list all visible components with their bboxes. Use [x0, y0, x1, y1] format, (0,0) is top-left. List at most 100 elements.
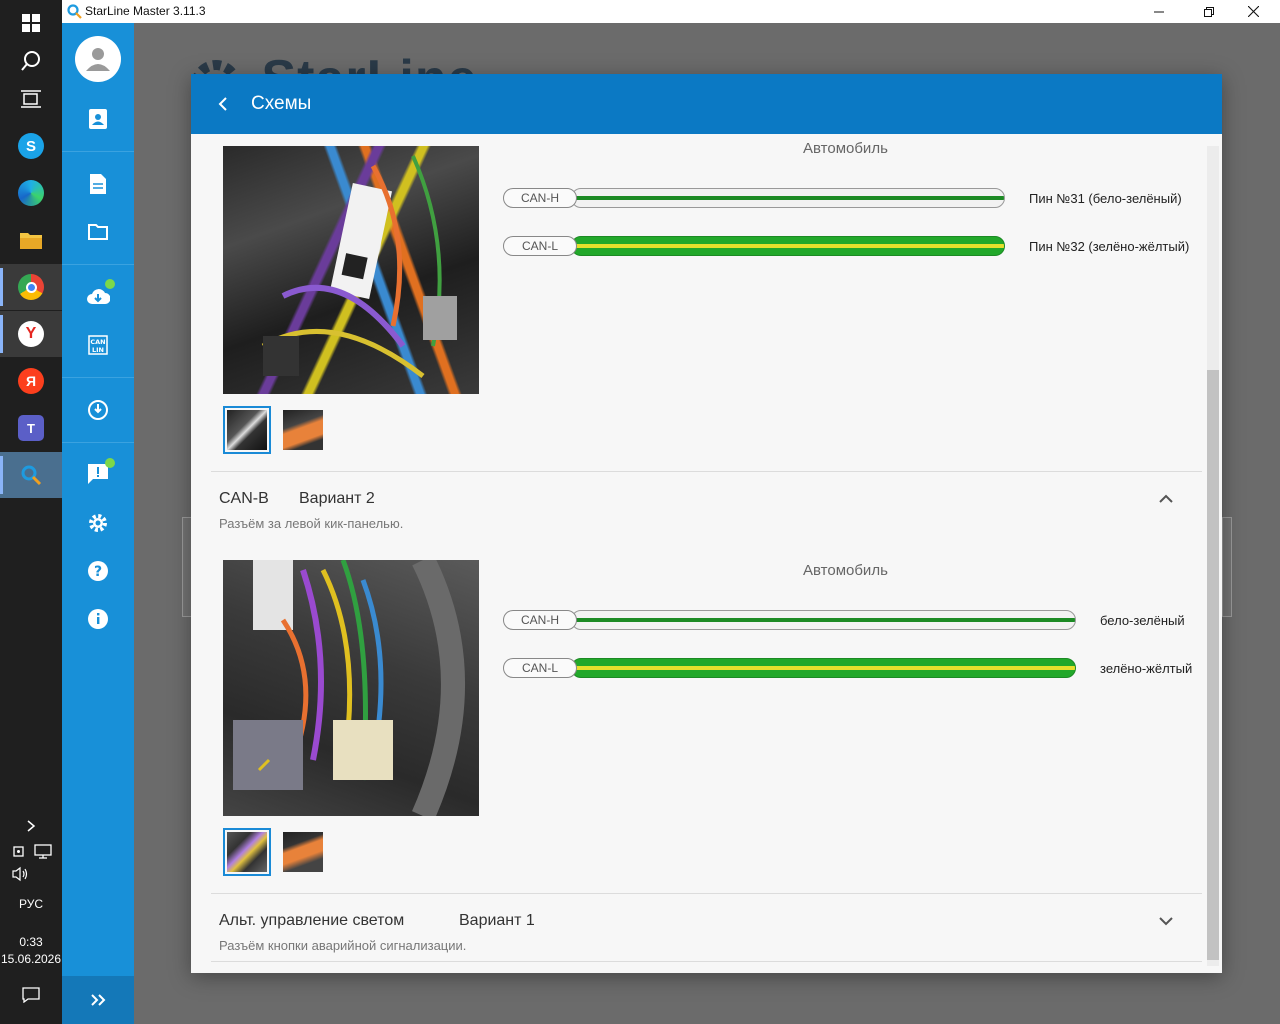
taskbar-skype[interactable]: S	[0, 123, 62, 169]
sidebar-firmware-button[interactable]	[62, 388, 134, 432]
show-hidden-icons-button[interactable]	[0, 806, 62, 846]
sidebar-can-line-button[interactable]: CAN LIN	[62, 323, 134, 367]
sidebar-settings-button[interactable]	[62, 501, 134, 545]
clock-time[interactable]: 0:33	[0, 935, 62, 949]
network-icon[interactable]	[34, 843, 52, 859]
wire-can-l	[571, 658, 1076, 678]
feedback-indicator	[105, 458, 115, 468]
task-view-button[interactable]	[0, 76, 62, 122]
schemes-dialog: Схемы Автомобиль CAN-H Пин №31 (бело-зел…	[191, 74, 1222, 973]
chevron-down-icon[interactable]	[1155, 910, 1177, 932]
car-label: Автомобиль	[803, 562, 888, 579]
notification-icon	[22, 987, 40, 1003]
taskbar-starline-master[interactable]	[0, 452, 62, 498]
window-title: StarLine Master 3.11.3	[85, 4, 206, 18]
taskbar-edge[interactable]	[0, 170, 62, 216]
wire-can-h	[571, 610, 1076, 630]
taskbar-chrome[interactable]	[0, 264, 62, 310]
chevron-up-icon[interactable]	[1155, 488, 1177, 510]
document-icon	[90, 174, 106, 194]
folder-outline-icon	[88, 224, 108, 240]
sidebar-folder-button[interactable]	[62, 210, 134, 254]
taskbar-yandex-browser[interactable]: Y	[0, 311, 62, 357]
cloud-download-icon	[87, 289, 110, 304]
sidebar-info-button[interactable]	[62, 597, 134, 641]
dialog-title: Схемы	[251, 93, 312, 114]
wire-can-h	[571, 188, 1005, 208]
contact-card-icon	[89, 109, 107, 129]
starline-master-icon	[21, 465, 42, 486]
section-variant: Вариант 2	[299, 490, 375, 507]
wiring-photo[interactable]	[223, 146, 479, 394]
yandex-icon: Я	[18, 368, 44, 394]
windows-logo-icon	[22, 14, 40, 32]
minimize-icon	[1154, 11, 1164, 12]
photo-thumbnail-1[interactable]	[223, 406, 271, 454]
sidebar-contacts-button[interactable]	[62, 97, 134, 141]
chrome-icon	[18, 274, 44, 300]
wire-tag-can-h: CAN-H	[503, 610, 577, 630]
wire-can-l	[571, 236, 1005, 256]
app-sidebar: CAN LIN ?	[62, 23, 134, 1024]
taskbar-yandex[interactable]: Я	[0, 358, 62, 404]
svg-text:?: ?	[94, 564, 102, 580]
task-view-icon	[21, 90, 41, 108]
wiring-photo[interactable]	[223, 560, 479, 816]
section-variant: Вариант 1	[459, 912, 535, 929]
photo-thumbnail-2[interactable]	[283, 832, 323, 872]
expand-sidebar-button[interactable]	[62, 976, 134, 1024]
pin-label-can-l: Пин №32 (зелёно-жёлтый)	[1029, 239, 1190, 254]
edge-icon	[18, 180, 44, 206]
update-indicator	[105, 279, 115, 289]
section-name: CAN-B	[219, 490, 269, 507]
section-name: Альт. управление светом	[219, 912, 405, 929]
folder-icon	[20, 233, 42, 249]
restore-icon	[1204, 6, 1214, 17]
section-description: Разъём кнопки аварийной сигнализации.	[219, 938, 467, 953]
can-line-icon: CANLIN	[88, 335, 108, 355]
meet-now-icon[interactable]	[12, 843, 26, 859]
photo-thumbnail-1[interactable]	[223, 828, 271, 876]
taskbar-explorer[interactable]	[0, 217, 62, 263]
window-titlebar: StarLine Master 3.11.3	[62, 0, 1280, 23]
help-icon: ?	[88, 561, 108, 581]
search-icon	[21, 51, 40, 71]
skype-icon: S	[18, 133, 44, 159]
starline-app-icon	[67, 4, 82, 19]
clock-date[interactable]: 15.06.2026	[0, 952, 62, 966]
scrollbar-thumb[interactable]	[1207, 370, 1219, 960]
teams-icon: T	[18, 415, 44, 441]
input-language[interactable]: РУС	[0, 897, 62, 911]
user-icon	[86, 48, 110, 71]
taskbar-teams[interactable]: T	[0, 405, 62, 451]
maximize-button[interactable]	[1186, 0, 1232, 23]
sidebar-feedback-button[interactable]	[62, 452, 134, 496]
back-button[interactable]	[209, 90, 237, 118]
photo-thumbnail-2[interactable]	[283, 410, 323, 450]
close-window-button[interactable]	[1230, 0, 1276, 23]
section-description: Разъём за левой кик-панелью.	[219, 516, 404, 531]
windows-taskbar: S Y Я T РУС 0:33 15.06.2026	[0, 0, 62, 1024]
pin-label-can-h: Пин №31 (бело-зелёный)	[1029, 191, 1182, 206]
notification-center-button[interactable]	[0, 972, 62, 1018]
minimize-button[interactable]	[1136, 0, 1182, 23]
sidebar-documents-button[interactable]	[62, 162, 134, 206]
info-icon	[88, 609, 108, 629]
tray-icons	[12, 843, 52, 861]
download-circle-icon	[88, 400, 108, 420]
dialog-body: Автомобиль CAN-H Пин №31 (бело-зелёный) …	[191, 134, 1222, 973]
close-icon	[1247, 6, 1259, 17]
volume-icon[interactable]	[12, 866, 30, 887]
gear-icon	[89, 514, 107, 532]
pin-label-can-h: бело-зелёный	[1100, 613, 1185, 628]
wiring-photo-illustration	[233, 560, 465, 816]
wiring-photo-illustration	[261, 155, 457, 378]
car-label: Автомобиль	[803, 140, 888, 157]
yandex-browser-icon: Y	[18, 321, 44, 347]
double-chevron-right-icon	[91, 994, 106, 1006]
sidebar-cloud-download-button[interactable]	[62, 274, 134, 318]
chevron-right-icon	[27, 820, 36, 832]
user-avatar[interactable]	[75, 36, 121, 82]
wire-tag-can-l: CAN-L	[503, 236, 577, 256]
sidebar-help-button[interactable]: ?	[62, 549, 134, 593]
